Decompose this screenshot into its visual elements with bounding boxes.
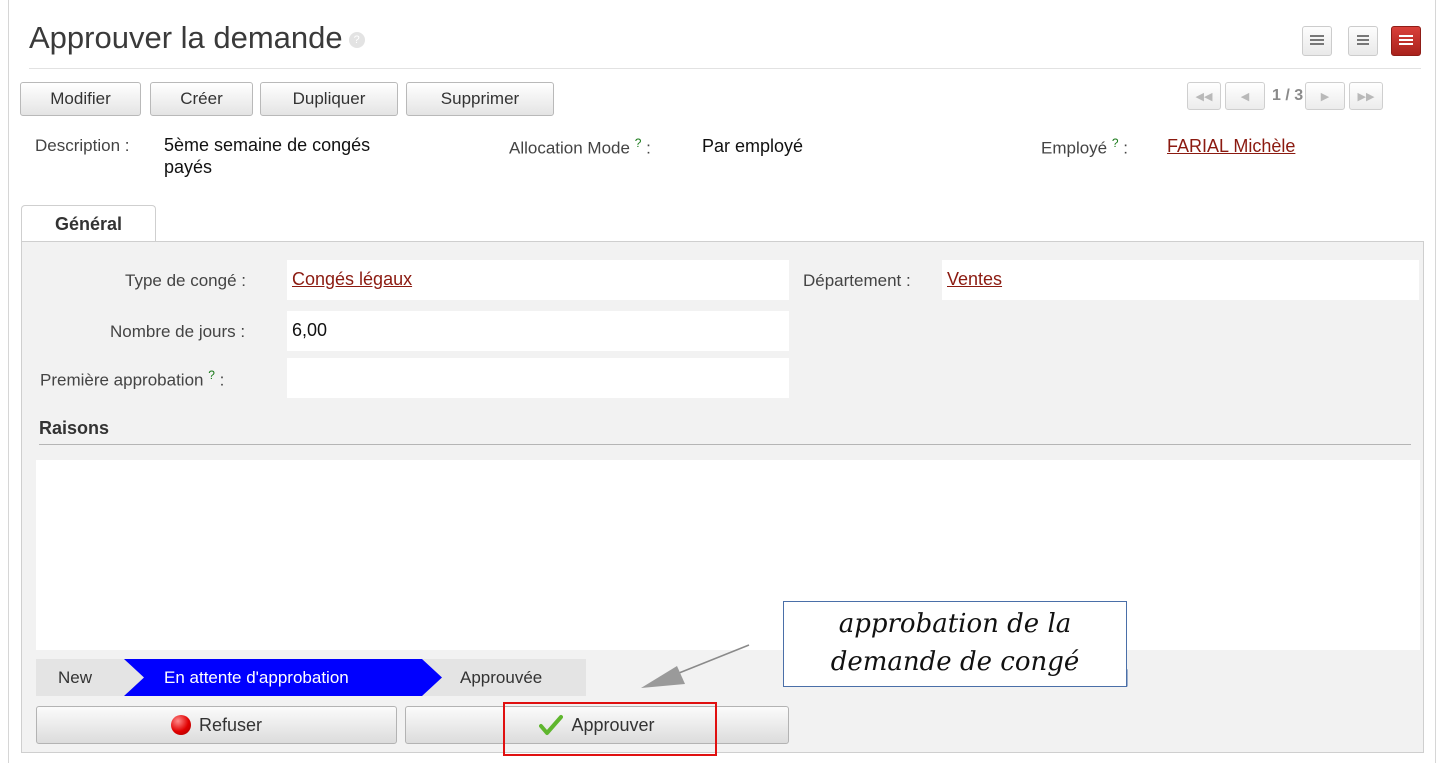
employe-colon: : — [1123, 138, 1129, 158]
premiere-approbation-label: Première approbation ? : — [40, 368, 224, 391]
pager-last-icon[interactable]: ▶▶ — [1349, 82, 1383, 110]
allocation-colon: : — [646, 138, 651, 158]
departement-link[interactable]: Ventes — [947, 269, 1002, 289]
departement-field: Ventes — [942, 260, 1419, 300]
type-conge-field: Congés légaux — [287, 260, 789, 300]
employe-label-text: Employé — [1041, 138, 1108, 158]
refuse-icon — [170, 715, 191, 735]
allocation-mode-label: Allocation Mode ? : — [509, 136, 651, 159]
premiere-approbation-label-text: Première approbation — [40, 370, 204, 390]
premiere-approbation-field[interactable] — [287, 358, 789, 398]
annotation-line-1: approbation de la — [838, 609, 1072, 639]
raisons-divider — [39, 444, 1411, 445]
annotation-callout: approbation de la demande de congé — [783, 601, 1127, 687]
raisons-title: Raisons — [39, 418, 110, 438]
nombre-jours-field[interactable]: 6,00 — [287, 311, 789, 351]
supprimer-button[interactable]: Supprimer — [406, 82, 554, 116]
employe-link[interactable]: FARIAL Michèle — [1167, 136, 1295, 156]
list-view-icon[interactable] — [1302, 26, 1332, 56]
description-line-2: payés — [164, 157, 213, 177]
status-step-en-attente[interactable]: En attente d'approbation — [164, 659, 349, 696]
allocation-help-icon[interactable]: ? — [635, 136, 642, 150]
employe-field: FARIAL Michèle — [1162, 127, 1432, 167]
description-label: Description : — [35, 136, 130, 155]
annotation-line-2: demande de congé — [830, 647, 1080, 677]
allocation-mode-field[interactable]: Par employé — [697, 127, 1023, 167]
type-conge-link[interactable]: Congés légaux — [292, 269, 412, 289]
form-frame: Approuver la demande? Modifier Créer Dup… — [8, 0, 1436, 763]
allocation-mode-label-text: Allocation Mode — [509, 138, 630, 158]
form-view-icon[interactable] — [1391, 26, 1421, 56]
page-title-text: Approuver la demande — [29, 20, 343, 55]
pager-label: 1 / 3 — [1272, 87, 1304, 104]
help-icon[interactable]: ? — [348, 31, 365, 48]
departement-label: Département : — [803, 271, 911, 290]
statusbar: New En attente d'approbation Approuvée — [36, 659, 586, 696]
approuver-highlight-box — [503, 702, 717, 756]
description-field[interactable]: 5ème semaine de congés payés — [159, 127, 485, 188]
modifier-button[interactable]: Modifier — [20, 82, 141, 116]
status-step-new[interactable]: New — [58, 659, 92, 696]
nombre-jours-label: Nombre de jours : — [110, 322, 246, 341]
tab-general[interactable]: Général — [21, 205, 156, 243]
premiere-help-icon[interactable]: ? — [208, 368, 215, 382]
raisons-textarea[interactable] — [36, 460, 1420, 650]
pager-next-icon[interactable]: ▶ — [1305, 82, 1345, 110]
creer-button[interactable]: Créer — [150, 82, 253, 116]
premiere-colon: : — [219, 370, 225, 390]
refuser-label: Refuser — [198, 714, 263, 735]
description-line-1: 5ème semaine de congés — [164, 135, 371, 155]
type-conge-label: Type de congé : — [125, 271, 246, 290]
pager-first-icon[interactable]: ◀◀ — [1187, 82, 1221, 110]
employe-help-icon[interactable]: ? — [1112, 136, 1119, 150]
page-title: Approuver la demande? — [29, 20, 365, 56]
employe-label: Employé ? : — [1041, 136, 1128, 159]
dupliquer-button[interactable]: Dupliquer — [260, 82, 398, 116]
refuser-button[interactable]: Refuser — [36, 706, 397, 744]
kanban-view-icon[interactable] — [1348, 26, 1378, 56]
status-step-approuvee[interactable]: Approuvée — [460, 659, 542, 696]
title-divider — [29, 68, 1421, 69]
pager-prev-icon[interactable]: ◀ — [1225, 82, 1265, 110]
